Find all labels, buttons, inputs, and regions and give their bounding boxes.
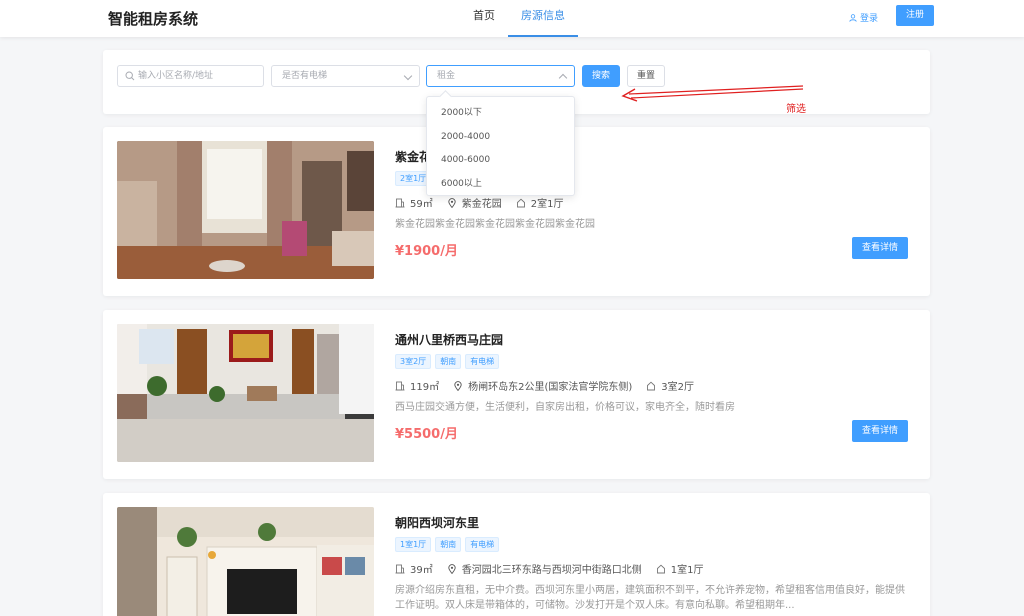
tag: 3室2厅 (395, 354, 432, 369)
area-info: 59㎡ (395, 195, 433, 210)
listing-description: 房源介绍房东直租，无中介费。西坝河东里小两居，建筑面积不到平，不允许养宠物，希望… (395, 585, 905, 611)
building-icon (395, 564, 405, 573)
rent-option[interactable]: 4000-6000 (427, 149, 574, 173)
chevron-down-icon (403, 71, 413, 81)
location-info: 杨闸环岛东2公里(国家法官学院东侧) (453, 378, 632, 393)
login-label: 登录 (860, 14, 879, 24)
location-pin-icon (448, 197, 456, 208)
rent-option[interactable]: 6000以上 (427, 173, 574, 197)
search-icon (125, 71, 135, 81)
tag: 有电梯 (465, 354, 500, 369)
search-placeholder: 输入小区名称/地址 (138, 71, 214, 81)
room-photo-1 (117, 141, 374, 279)
house-icon (516, 198, 525, 207)
rent-dropdown: 2000以下 2000-4000 4000-6000 6000以上 (426, 96, 575, 196)
layout-info: 1室1厅 (656, 561, 703, 576)
tag: 朝南 (435, 354, 462, 369)
app-logo: 智能租房系统 (108, 10, 199, 28)
nav-listings[interactable]: 房源信息 (508, 0, 578, 37)
location-pin-icon (454, 380, 462, 391)
rent-option[interactable]: 2000-4000 (427, 126, 574, 150)
listing-price: ¥5500/月 (395, 427, 458, 442)
main-nav: 首页 房源信息 (460, 0, 578, 37)
tag: 有电梯 (465, 537, 500, 552)
rent-placeholder: 租金 (437, 71, 456, 81)
house-icon (656, 564, 665, 573)
top-header: 智能租房系统 首页 房源信息 登录 注册 (0, 0, 1024, 37)
listing-title[interactable]: 朝阳西坝河东里 (395, 514, 479, 531)
listing-tags: 1室1厅 朝南 有电梯 (395, 537, 500, 552)
building-icon (395, 198, 405, 207)
view-details-button[interactable]: 查看详情 (852, 420, 908, 442)
annotation-label: 筛选 (786, 104, 806, 115)
area-info: 119㎡ (395, 378, 439, 393)
listing-description: 西马庄园交通方便，生活便利，自家房出租，价格可议，家电齐全，随时看房 (395, 402, 735, 413)
view-details-button[interactable]: 查看详情 (852, 237, 908, 259)
chevron-up-icon (558, 73, 568, 83)
listing-photo[interactable] (117, 507, 374, 616)
annotation-arrow (621, 85, 804, 102)
elevator-select[interactable]: 是否有电梯 (271, 65, 420, 87)
building-icon (395, 381, 405, 390)
house-icon (647, 381, 656, 390)
rent-select[interactable]: 租金 (426, 65, 575, 87)
rent-option[interactable]: 2000以下 (427, 102, 574, 126)
listing-meta: 119㎡ 杨闸环岛东2公里(国家法官学院东侧) 3室2厅 (395, 378, 708, 393)
location-info: 紫金花园 (447, 195, 502, 210)
layout-info: 3室2厅 (646, 378, 694, 393)
listing-card: 朝阳西坝河东里 1室1厅 朝南 有电梯 39㎡ 香河园北三环东路与西坝河中街路口… (103, 493, 930, 616)
listing-photo[interactable] (117, 324, 374, 462)
login-link[interactable]: 登录 (849, 11, 878, 24)
listing-description: 紫金花园紫金花园紫金花园紫金花园紫金花园 (395, 219, 595, 230)
listing-title[interactable]: 通州八里桥西马庄园 (395, 331, 503, 348)
tag: 1室1厅 (395, 537, 432, 552)
listing-tags: 3室2厅 朝南 有电梯 (395, 354, 500, 369)
listing-price: ¥1900/月 (395, 244, 458, 259)
room-photo-3 (117, 507, 374, 616)
search-input[interactable]: 输入小区名称/地址 (117, 65, 264, 87)
listing-card: 通州八里桥西马庄园 3室2厅 朝南 有电梯 119㎡ 杨闸环岛东2公里(国家法官… (103, 310, 930, 479)
layout-info: 2室1厅 (516, 195, 563, 210)
nav-home[interactable]: 首页 (460, 0, 508, 37)
listing-meta: 59㎡ 紫金花园 2室1厅 (395, 195, 577, 210)
room-photo-2 (117, 324, 374, 462)
listing-meta: 39㎡ 香河园北三环东路与西坝河中街路口北侧 1室1厅 (395, 561, 717, 576)
area-info: 39㎡ (395, 561, 433, 576)
location-pin-icon (448, 563, 456, 574)
register-button[interactable]: 注册 (896, 5, 934, 26)
tag: 朝南 (435, 537, 462, 552)
user-icon (849, 13, 857, 22)
elevator-placeholder: 是否有电梯 (282, 71, 328, 81)
listing-photo[interactable] (117, 141, 374, 279)
location-info: 香河园北三环东路与西坝河中街路口北侧 (447, 561, 642, 576)
